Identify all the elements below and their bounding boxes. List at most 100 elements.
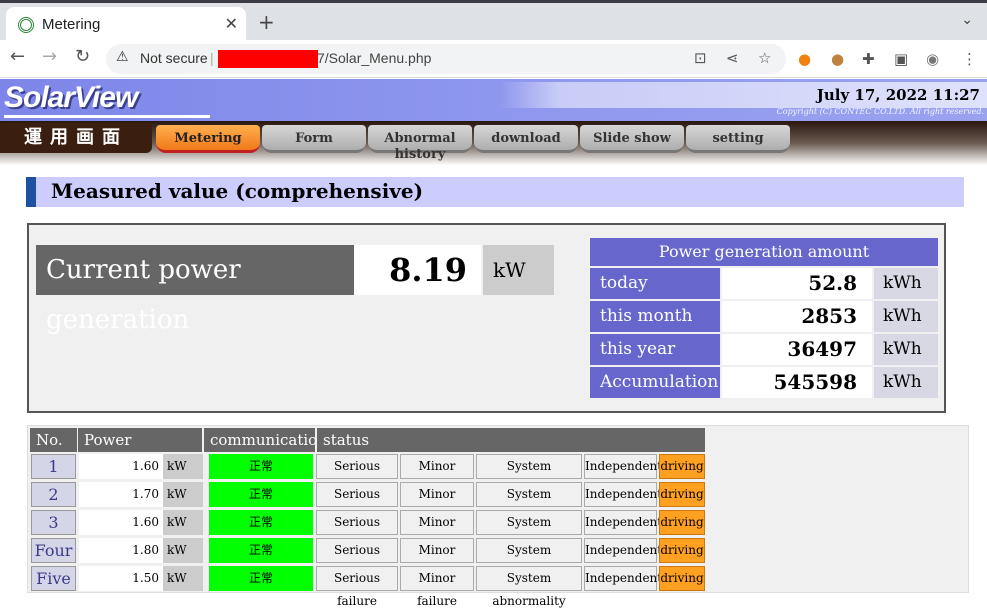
menu-metering[interactable]: Metering bbox=[156, 125, 260, 153]
generation-row-value: 52.8 bbox=[722, 268, 872, 299]
status-system-abnormality: System abnormality bbox=[476, 454, 582, 496]
status-system-abnormality: System abnormality bbox=[476, 566, 582, 608]
browser-tab[interactable]: Metering ✕ bbox=[6, 7, 246, 43]
redacted-host bbox=[218, 50, 318, 68]
row-communication-status: 正常 bbox=[209, 510, 313, 535]
row-number-button[interactable]: Four bbox=[31, 538, 76, 563]
row-communication-status: 正常 bbox=[209, 454, 313, 479]
table-row: 3 1.60 kW 正常 Serious failure Minor failu… bbox=[28, 510, 970, 552]
generation-row-value: 545598 bbox=[722, 367, 872, 398]
status-driving: driving bbox=[659, 454, 705, 479]
puzzle-icon[interactable]: ✚ bbox=[862, 50, 875, 68]
row-communication-status: 正常 bbox=[209, 482, 313, 507]
status-independent: Independent bbox=[584, 510, 662, 535]
status-independent: Independent bbox=[584, 566, 662, 591]
not-secure-label[interactable]: Not secure bbox=[140, 50, 208, 66]
cookie-icon[interactable]: ● bbox=[831, 50, 844, 68]
generation-row: Accumulation 545598 kWh bbox=[590, 367, 938, 398]
col-header-no: No. bbox=[30, 428, 77, 452]
row-power-unit: kW bbox=[163, 482, 203, 507]
translate-icon[interactable]: ⊡ bbox=[694, 49, 707, 67]
menu-title: 運用画面 bbox=[0, 123, 152, 153]
status-driving: driving bbox=[659, 538, 705, 563]
star-icon[interactable]: ☆ bbox=[758, 49, 771, 67]
status-system-abnormality: System abnormality bbox=[476, 510, 582, 552]
share-icon[interactable]: ⋖ bbox=[726, 49, 739, 67]
generation-heading: Power generation amount bbox=[590, 238, 938, 266]
generation-row-value: 2853 bbox=[722, 301, 872, 332]
row-number-button[interactable]: Five bbox=[31, 566, 76, 591]
menu-setting[interactable]: setting bbox=[686, 125, 790, 153]
status-driving: driving bbox=[659, 482, 705, 507]
col-header-power: Power generation bbox=[78, 428, 202, 473]
copyright: Copyright (C) CONTEC CO.LTD. All right r… bbox=[776, 107, 984, 116]
generation-row-unit: kWh bbox=[874, 334, 938, 365]
section-title-bar: Measured value (comprehensive) bbox=[26, 177, 964, 207]
browser-toolbar: ← → ↻ ⚠ Not secure | 7/Solar_Menu.php ⊡ … bbox=[0, 40, 987, 78]
generation-row-label: this month bbox=[590, 301, 720, 332]
status-serious-failure: Serious failure bbox=[316, 566, 398, 608]
row-power-value: 1.80 bbox=[79, 538, 163, 563]
address-bar[interactable]: ⚠ Not secure | 7/Solar_Menu.php ⊡ ⋖ ☆ bbox=[106, 44, 786, 74]
table-row: Five 1.50 kW 正常 Serious failure Minor fa… bbox=[28, 566, 970, 608]
solarview-header: SolarView July 17, 2022 11:27 Copyright … bbox=[0, 79, 987, 121]
profile-icon[interactable]: ◉ bbox=[926, 50, 939, 68]
row-power-value: 1.60 bbox=[79, 510, 163, 535]
col-header-status: status bbox=[317, 428, 705, 452]
menu-form[interactable]: Form bbox=[262, 125, 366, 153]
logo-underline bbox=[4, 115, 210, 118]
row-power-unit: kW bbox=[163, 454, 203, 479]
status-driving: driving bbox=[659, 566, 705, 591]
separator: | bbox=[210, 50, 214, 66]
solarview-logo: SolarView bbox=[4, 81, 138, 114]
generation-row-label: today bbox=[590, 268, 720, 299]
status-system-abnormality: System abnormality bbox=[476, 482, 582, 524]
status-minor-failure: Minor failure bbox=[400, 482, 474, 524]
generation-row: this month 2853 kWh bbox=[590, 301, 938, 332]
generation-row-unit: kWh bbox=[874, 268, 938, 299]
generation-row-label: this year bbox=[590, 334, 720, 365]
forward-icon[interactable]: → bbox=[42, 46, 57, 67]
table-row: 2 1.70 kW 正常 Serious failure Minor failu… bbox=[28, 482, 970, 524]
generation-row-unit: kWh bbox=[874, 367, 938, 398]
status-system-abnormality: System abnormality bbox=[476, 538, 582, 580]
status-serious-failure: Serious failure bbox=[316, 482, 398, 524]
url-text[interactable]: 7/Solar_Menu.php bbox=[317, 50, 431, 66]
generation-row-value: 36497 bbox=[722, 334, 872, 365]
row-power-unit: kW bbox=[163, 566, 203, 591]
row-number-button[interactable]: 3 bbox=[31, 510, 76, 535]
date-band: July 17, 2022 11:27 bbox=[500, 82, 987, 108]
extension-icon[interactable]: ● bbox=[798, 50, 811, 68]
menu-abnormal-history[interactable]: Abnormal history bbox=[368, 125, 472, 162]
tab-title: Metering bbox=[42, 16, 101, 33]
row-communication-status: 正常 bbox=[209, 566, 313, 591]
status-minor-failure: Minor failure bbox=[400, 454, 474, 496]
generation-row-unit: kWh bbox=[874, 301, 938, 332]
row-power-unit: kW bbox=[163, 510, 203, 535]
table-row: Four 1.80 kW 正常 Serious failure Minor fa… bbox=[28, 538, 970, 580]
warning-icon[interactable]: ⚠ bbox=[116, 49, 129, 65]
menu-download[interactable]: download bbox=[474, 125, 578, 153]
new-tab-icon[interactable]: + bbox=[258, 10, 275, 34]
current-power-unit: kW bbox=[483, 245, 554, 295]
col-header-communication: communication bbox=[204, 428, 327, 452]
kebab-menu-icon[interactable]: ⋮ bbox=[962, 50, 977, 68]
sidepanel-icon[interactable]: ▣ bbox=[894, 50, 908, 68]
status-minor-failure: Minor failure bbox=[400, 510, 474, 552]
row-power-value: 1.70 bbox=[79, 482, 163, 507]
close-icon[interactable]: ✕ bbox=[225, 14, 238, 33]
row-number-button[interactable]: 2 bbox=[31, 482, 76, 507]
chevron-down-icon[interactable]: ⌄ bbox=[961, 12, 973, 28]
row-number-button[interactable]: 1 bbox=[31, 454, 76, 479]
main-menu: 運用画面 Metering Form Abnormal history down… bbox=[0, 121, 987, 165]
menu-slide-show[interactable]: Slide show bbox=[580, 125, 684, 153]
row-power-unit: kW bbox=[163, 538, 203, 563]
back-icon[interactable]: ← bbox=[10, 46, 25, 67]
status-driving: driving bbox=[659, 510, 705, 535]
status-minor-failure: Minor failure bbox=[400, 566, 474, 608]
row-power-value: 1.50 bbox=[79, 566, 163, 591]
browser-tabbar: Metering ✕ + ⌄ bbox=[0, 0, 987, 43]
status-independent: Independent bbox=[584, 454, 662, 479]
current-power-label: Current power generation bbox=[36, 245, 354, 335]
reload-icon[interactable]: ↻ bbox=[75, 46, 90, 67]
